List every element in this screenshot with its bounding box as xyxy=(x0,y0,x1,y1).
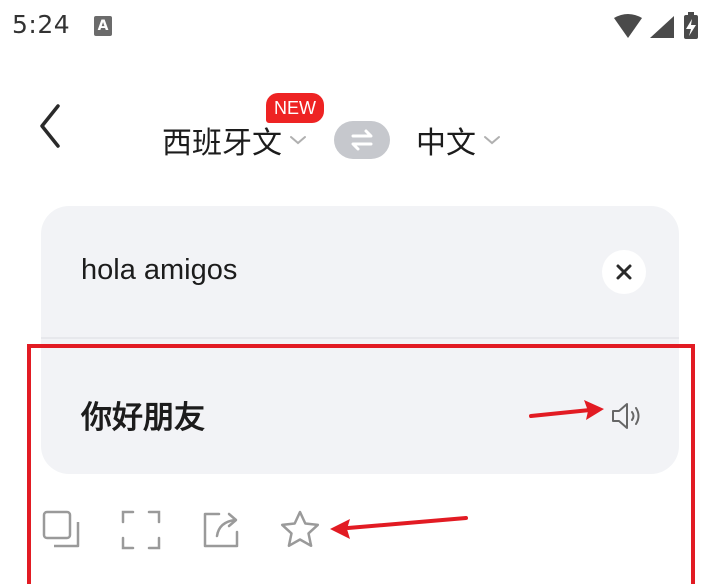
status-icons xyxy=(606,12,706,42)
target-language-selector[interactable]: 中文 xyxy=(416,120,502,161)
clear-input-button[interactable] xyxy=(602,250,646,294)
status-time: 5:24 xyxy=(12,10,71,39)
source-language-selector[interactable]: 西班牙文 xyxy=(162,120,308,161)
back-button[interactable] xyxy=(30,98,74,154)
annotation-arrow-icon xyxy=(529,400,604,420)
chevron-down-icon xyxy=(290,136,306,145)
chevron-left-icon xyxy=(40,104,60,148)
annotation-arrow-icon xyxy=(330,516,468,539)
chevron-down-icon xyxy=(484,136,500,145)
close-icon xyxy=(616,264,632,280)
divider xyxy=(41,337,679,339)
wifi-icon xyxy=(614,14,642,38)
source-language-label: 西班牙文 xyxy=(162,126,282,161)
battery-charging-icon xyxy=(684,12,698,39)
swap-icon xyxy=(351,129,373,151)
signal-icon xyxy=(650,16,674,38)
annotation-highlight-box xyxy=(27,344,695,584)
app-notification-icon: A xyxy=(94,16,112,36)
source-text-input[interactable]: hola amigos xyxy=(81,254,237,287)
new-badge: NEW xyxy=(266,93,324,123)
target-language-label: 中文 xyxy=(416,126,476,161)
swap-languages-button[interactable] xyxy=(334,121,390,159)
